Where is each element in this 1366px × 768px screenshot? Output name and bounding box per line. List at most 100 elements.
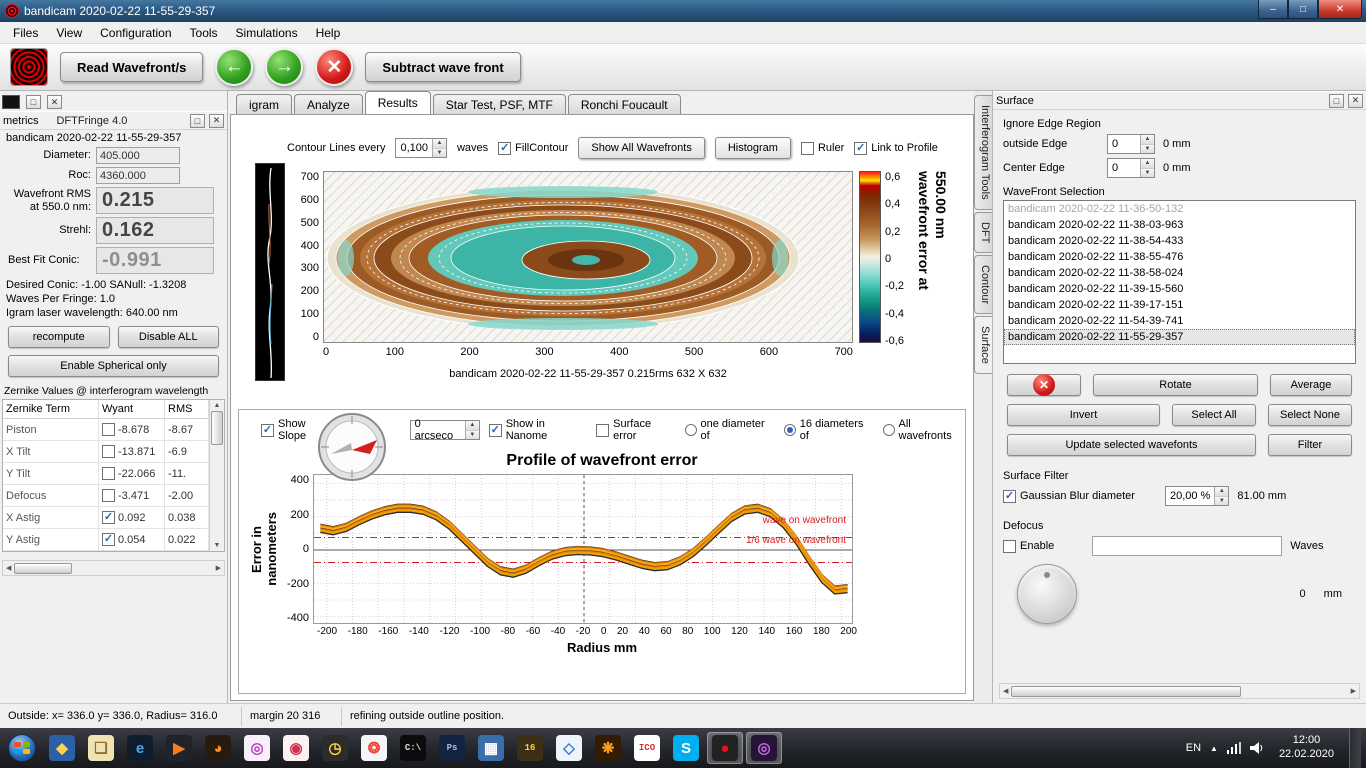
average-button[interactable]: Average (1270, 374, 1352, 396)
angle-compass-dial[interactable] (317, 412, 387, 482)
wavefront-list-item[interactable]: bandicam 2020-02-22 11-36-50-132 (1004, 201, 1355, 217)
defocus-input[interactable] (1092, 536, 1282, 556)
recompute-button[interactable]: recompute (8, 326, 110, 348)
bandicam-taskbar-button[interactable]: ● (707, 732, 743, 764)
outside-edge-spinner[interactable]: 0 (1107, 134, 1155, 154)
spinner-arrows-icon[interactable] (1140, 159, 1154, 177)
rotate-button[interactable]: Rotate (1093, 374, 1258, 396)
hidden-icons-button[interactable]: ▲ (1210, 744, 1218, 753)
scroll-up-icon[interactable]: ▲ (214, 400, 221, 411)
dftfringe-logo-icon[interactable] (10, 48, 48, 86)
maximize-button[interactable]: □ (1288, 0, 1318, 19)
wavefront-list-item[interactable]: bandicam 2020-02-22 11-39-15-560 (1004, 281, 1355, 297)
sixteen-diameters-radio[interactable]: 16 diameters of (784, 418, 874, 442)
update-selected-button[interactable]: Update selected wavefonts (1007, 434, 1256, 456)
radio-icon[interactable] (784, 424, 796, 436)
ruler-checkbox[interactable]: Ruler (801, 142, 844, 155)
subtract-wavefront-button[interactable]: Subtract wave front (365, 52, 520, 82)
tab-analyze[interactable]: Analyze (294, 94, 363, 114)
skype-taskbar-button[interactable]: S (668, 732, 704, 764)
checkbox-icon[interactable] (1003, 540, 1016, 553)
network-icon[interactable] (1227, 742, 1241, 754)
show-all-wavefronts-button[interactable]: Show All Wavefronts (578, 137, 704, 159)
contour-plot[interactable] (323, 171, 853, 343)
gaussian-percent-spinner[interactable]: 20,00 % (1165, 486, 1229, 506)
forward-button[interactable]: → (265, 48, 303, 86)
diameter-field[interactable] (96, 147, 180, 164)
filter-button[interactable]: Filter (1268, 434, 1352, 456)
command-prompt-taskbar-button[interactable]: C:\ (395, 732, 431, 764)
side-tab-surface[interactable]: Surface (974, 316, 992, 374)
checkbox-icon[interactable] (801, 142, 814, 155)
interferogram-taskbar-button[interactable]: ◉ (278, 732, 314, 764)
zernike-term-checkbox[interactable] (102, 467, 115, 480)
gaussian-blur-checkbox[interactable]: Gaussian Blur diameter (1003, 490, 1135, 503)
zernike-term-checkbox[interactable] (102, 533, 115, 546)
spinner-arrows-icon[interactable] (432, 139, 446, 157)
close-button[interactable]: ✕ (1318, 0, 1362, 19)
back-button[interactable]: ← (215, 48, 253, 86)
wavefront-list-item[interactable]: bandicam 2020-02-22 11-54-39-741 (1004, 313, 1355, 329)
select-all-button[interactable]: Select All (1172, 404, 1256, 426)
language-indicator[interactable]: EN (1186, 742, 1201, 754)
start-button[interactable] (3, 730, 41, 766)
scroll-left-icon[interactable]: ◀ (3, 564, 14, 572)
surface-hscrollbar[interactable]: ◀ ▶ (999, 683, 1360, 699)
photoshop-taskbar-button[interactable]: Ps (434, 732, 470, 764)
defocus-knob[interactable] (1017, 564, 1077, 624)
fringe-viewer-taskbar-button[interactable]: ◎ (239, 732, 275, 764)
taskbar-clock[interactable]: 12:00 22.02.2020 (1273, 734, 1340, 762)
clock-tool-taskbar-button[interactable]: ◷ (317, 732, 353, 764)
spinner-arrows-icon[interactable] (1214, 487, 1228, 505)
checkbox-icon[interactable] (1003, 490, 1016, 503)
calculator-taskbar-button[interactable]: ▦ (473, 732, 509, 764)
invert-button[interactable]: Invert (1007, 404, 1160, 426)
checkbox-icon[interactable] (854, 142, 867, 155)
show-desktop-button[interactable] (1349, 728, 1361, 768)
side-tab-interferogram-tools[interactable]: Interferogram Tools (974, 95, 992, 210)
wavefront-list-item[interactable]: bandicam 2020-02-22 11-38-03-963 (1004, 217, 1355, 233)
profile-plot[interactable]: wave on wavefront 1/6 wave on wavefront (313, 474, 853, 624)
show-nanometers-checkbox[interactable]: Show in Nanome (489, 418, 587, 442)
tab-star-test-psf-mtf[interactable]: Star Test, PSF, MTF (433, 94, 566, 114)
enable-spherical-button[interactable]: Enable Spherical only (8, 355, 219, 377)
tab-results[interactable]: Results (365, 91, 431, 114)
side-tab-contour[interactable]: Contour (974, 255, 992, 314)
stop-button[interactable]: ✕ (315, 48, 353, 86)
side-tab-dft[interactable]: DFT (974, 212, 992, 253)
icon-editor-taskbar-button[interactable]: ICO (629, 732, 665, 764)
read-wavefront-button[interactable]: Read Wavefront/s (60, 52, 203, 82)
roc-field[interactable] (96, 167, 180, 184)
menu-item-view[interactable]: View (47, 23, 91, 43)
menu-item-simulations[interactable]: Simulations (227, 23, 307, 43)
spinner-arrows-icon[interactable] (465, 421, 479, 439)
wavefront-list-item[interactable]: bandicam 2020-02-22 11-39-17-151 (1004, 297, 1355, 313)
menu-item-help[interactable]: Help (307, 23, 350, 43)
surface-error-checkbox[interactable]: Surface error (596, 418, 675, 442)
select-none-button[interactable]: Select None (1268, 404, 1352, 426)
wavefront-list-item[interactable]: bandicam 2020-02-22 11-38-58-024 (1004, 265, 1355, 281)
file-manager-taskbar-button[interactable]: ❏ (83, 732, 119, 764)
disable-all-button[interactable]: Disable ALL (118, 326, 220, 348)
cube-viewer-taskbar-button[interactable]: ◇ (551, 732, 587, 764)
fill-contour-checkbox[interactable]: FillContour (498, 142, 568, 155)
menu-item-files[interactable]: Files (4, 23, 47, 43)
volume-icon[interactable] (1250, 742, 1264, 754)
zernike-term-checkbox[interactable] (102, 445, 115, 458)
all-wavefronts-radio[interactable]: All wavefronts (883, 418, 966, 442)
zernike-term-checkbox[interactable] (102, 511, 115, 524)
zernike-term-checkbox[interactable] (102, 423, 115, 436)
scroll-left-icon[interactable]: ◀ (1000, 687, 1011, 695)
delete-wavefront-button[interactable]: ✕ (1007, 374, 1081, 396)
media-player-taskbar-button[interactable]: ▶ (161, 732, 197, 764)
archiver-taskbar-button[interactable]: ◆ (44, 732, 80, 764)
radio-icon[interactable] (883, 424, 895, 436)
scroll-thumb[interactable] (211, 411, 223, 445)
link-to-profile-checkbox[interactable]: Link to Profile (854, 142, 938, 155)
surface-float-button[interactable]: □ (1329, 94, 1344, 108)
scroll-down-icon[interactable]: ▼ (214, 540, 221, 551)
menu-item-tools[interactable]: Tools (181, 23, 227, 43)
arcsecond-spinner[interactable]: 0 arcseco (410, 420, 480, 440)
dock-float-button[interactable]: □ (26, 95, 41, 109)
metrics-float-button[interactable]: □ (190, 114, 205, 128)
